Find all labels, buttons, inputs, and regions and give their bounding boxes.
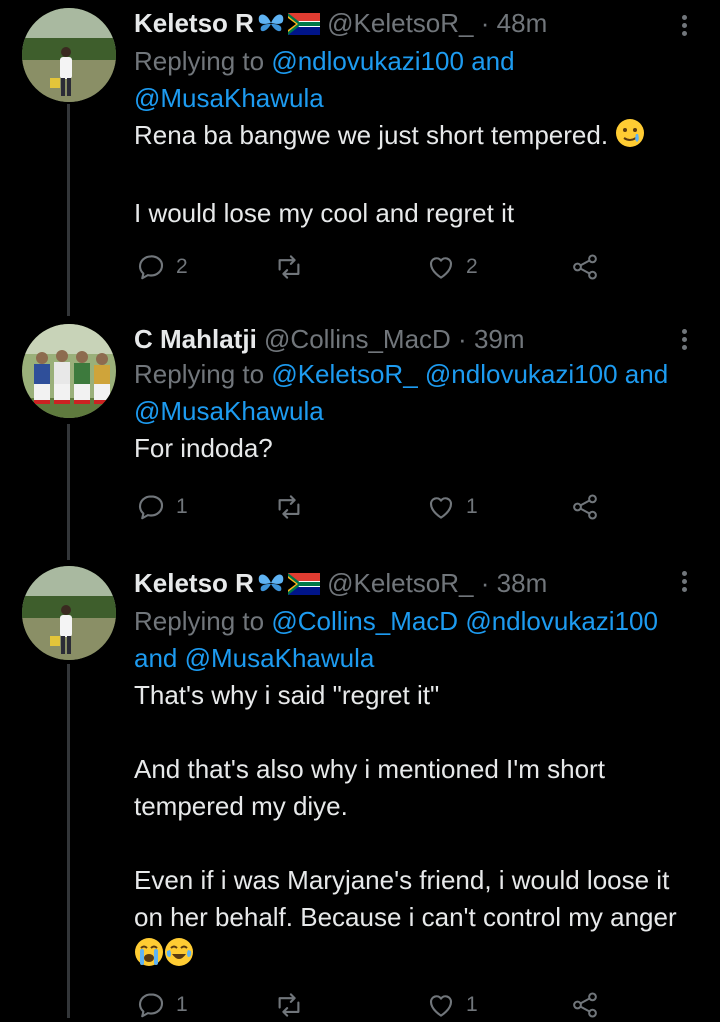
south-africa-flag-icon	[287, 569, 320, 603]
display-name[interactable]: Keletso R	[134, 8, 254, 38]
heart-icon	[426, 492, 456, 522]
display-name[interactable]: C Mahlatji	[134, 324, 257, 354]
separator: ·	[480, 8, 490, 38]
retweet-icon	[274, 990, 304, 1020]
replying-to: Replying to @KeletsoR_ @ndlovukazi100 an…	[134, 359, 669, 426]
reply-button[interactable]: 2	[136, 252, 188, 282]
share-icon	[570, 990, 600, 1020]
separator: ·	[458, 324, 467, 354]
butterfly-icon	[256, 9, 286, 43]
reply-icon	[136, 492, 166, 522]
retweet-button[interactable]	[274, 252, 304, 282]
loudly-crying-emoji-icon	[134, 937, 164, 977]
butterfly-icon	[256, 569, 286, 603]
reply-button[interactable]: 1	[136, 990, 188, 1020]
tweet-text: For indoda?	[134, 433, 273, 463]
tweet-actions: 2 2	[134, 252, 614, 284]
reply-icon	[136, 990, 166, 1020]
share-icon	[570, 252, 600, 282]
separator: ·	[480, 568, 490, 598]
timestamp[interactable]: 48m	[497, 8, 548, 38]
retweet-button[interactable]	[274, 990, 304, 1020]
like-button[interactable]: 1	[426, 990, 478, 1020]
like-button[interactable]: 2	[426, 252, 478, 282]
timestamp[interactable]: 39m	[474, 324, 525, 354]
south-africa-flag-icon	[287, 9, 320, 43]
share-button[interactable]	[570, 492, 600, 522]
more-options-icon[interactable]	[674, 568, 694, 598]
tweet[interactable]: C Mahlatji @Collins_MacD · 39m Replying …	[0, 316, 720, 546]
mention-link[interactable]: @MusaKhawula	[185, 643, 375, 673]
mention-link[interactable]: @ndlovukazi100	[465, 606, 658, 636]
mention-link[interactable]: @ndlovukazi100	[425, 359, 618, 389]
mention-link[interactable]: @Collins_MacD	[271, 606, 458, 636]
retweet-icon	[274, 252, 304, 282]
timestamp[interactable]: 38m	[497, 568, 548, 598]
heart-icon	[426, 252, 456, 282]
tweet-actions: 1 1	[134, 990, 614, 1022]
more-options-icon[interactable]	[674, 12, 694, 42]
tweet[interactable]: Keletso R @KeletsoR_ · 38m Replying to @…	[0, 560, 720, 1018]
tweet-actions: 1 1	[134, 492, 614, 524]
share-icon	[570, 492, 600, 522]
retweet-icon	[274, 492, 304, 522]
share-button[interactable]	[570, 252, 600, 282]
tweet-text: That's why i said "regret it" And that's…	[134, 677, 696, 977]
heart-icon	[426, 990, 456, 1020]
tweet[interactable]: Keletso R @KeletsoR_ · 48m Replying to @…	[0, 0, 720, 300]
like-button[interactable]: 1	[426, 492, 478, 522]
share-button[interactable]	[570, 990, 600, 1020]
reply-icon	[136, 252, 166, 282]
replying-to: Replying to @Collins_MacD @ndlovukazi100…	[134, 606, 658, 673]
retweet-button[interactable]	[274, 492, 304, 522]
tears-of-joy-emoji-icon	[164, 937, 194, 977]
reply-button[interactable]: 1	[136, 492, 188, 522]
display-name[interactable]: Keletso R	[134, 568, 254, 598]
replying-to: Replying to @ndlovukazi100 and @MusaKhaw…	[134, 46, 515, 113]
user-handle[interactable]: @Collins_MacD	[264, 324, 451, 354]
mention-link[interactable]: @MusaKhawula	[134, 396, 324, 426]
mention-joiner: and	[134, 643, 178, 673]
avatar[interactable]	[22, 8, 116, 102]
more-options-icon[interactable]	[674, 326, 694, 356]
mention-link[interactable]: @ndlovukazi100	[271, 46, 464, 76]
mention-link[interactable]: @MusaKhawula	[134, 83, 324, 113]
user-handle[interactable]: @KeletsoR_	[327, 568, 473, 598]
avatar[interactable]	[22, 566, 116, 660]
user-handle[interactable]: @KeletsoR_	[327, 8, 473, 38]
mention-joiner: and	[471, 46, 515, 76]
avatar[interactable]	[22, 324, 116, 418]
tearful-smile-emoji-icon	[615, 118, 645, 158]
tweet-text: Rena ba bangwe we just short tempered. I…	[134, 117, 696, 232]
mention-joiner: and	[624, 359, 669, 389]
mention-link[interactable]: @KeletsoR_	[271, 359, 417, 389]
